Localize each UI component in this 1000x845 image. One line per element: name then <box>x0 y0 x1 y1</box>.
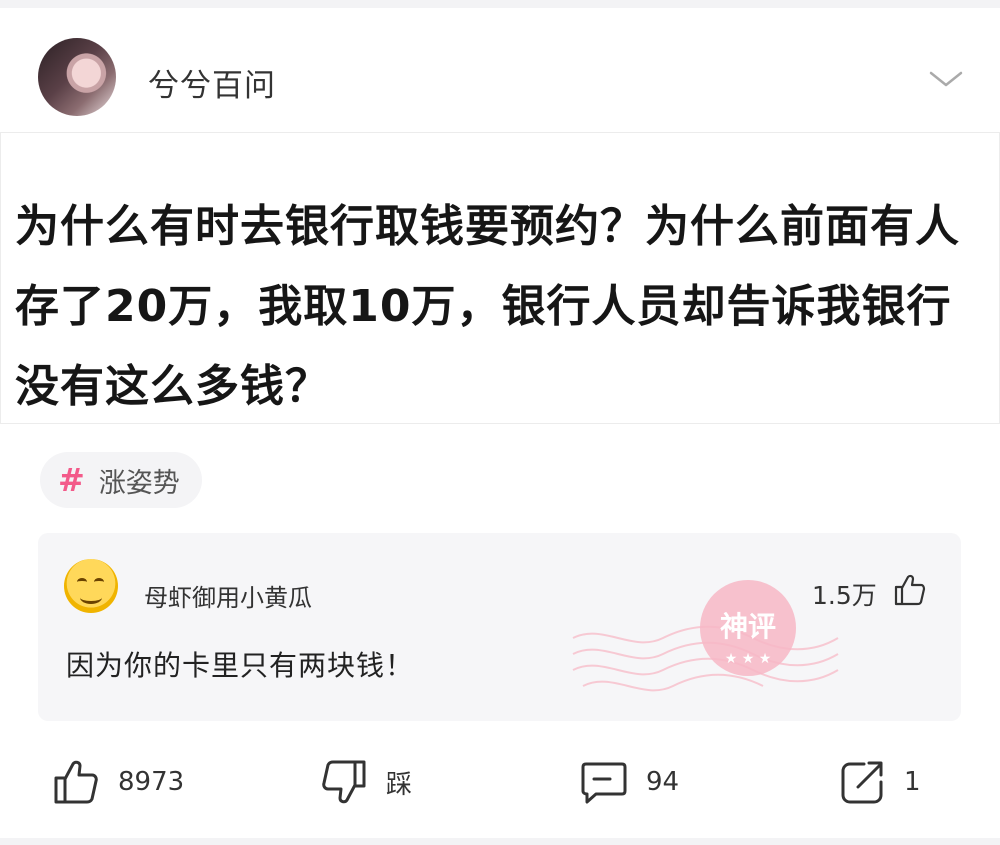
comment-count: 94 <box>646 767 680 797</box>
thumbs-up-icon <box>54 760 98 804</box>
comment-like-count: 1.5万 <box>812 581 877 610</box>
comment-text: 因为你的卡里只有两块钱！ <box>66 649 415 682</box>
like-count: 8973 <box>118 767 185 797</box>
top-divider <box>0 0 1000 8</box>
commenter-avatar[interactable] <box>64 559 118 613</box>
post-header: 兮兮百问 <box>0 8 1000 132</box>
dislike-label: 踩 <box>386 769 413 800</box>
question-card[interactable]: 为什么有时去银行取钱要预约？为什么前面有人存了20万，我取10万，银行人员却告诉… <box>0 132 1000 424</box>
topic-tag-label: 涨姿势 <box>98 467 180 499</box>
svg-text:★ ★ ★: ★ ★ ★ <box>725 651 772 667</box>
author-avatar[interactable] <box>38 38 116 116</box>
question-title: 为什么有时去银行取钱要预约？为什么前面有人存了20万，我取10万，银行人员却告诉… <box>15 201 960 412</box>
share-icon <box>841 761 883 804</box>
comment-button[interactable]: 94 <box>580 758 679 806</box>
hash-icon: # <box>58 461 85 499</box>
comment-icon <box>581 762 627 804</box>
chevron-down-icon[interactable] <box>926 66 966 92</box>
share-count: 1 <box>904 767 921 797</box>
like-button[interactable]: 8973 <box>52 758 184 806</box>
top-comment-card[interactable]: 母虾御用小黄瓜 神评 ★ ★ ★ 1.5万 因为你的卡里只有两块钱！ <box>38 533 961 721</box>
comment-thumbs-up-icon[interactable] <box>893 573 927 607</box>
bottom-divider <box>0 838 1000 845</box>
god-comment-stamp: 神评 ★ ★ ★ <box>572 580 839 692</box>
share-button[interactable]: 1 <box>838 758 921 806</box>
commenter-name[interactable]: 母虾御用小黄瓜 <box>144 578 312 613</box>
action-bar: 8973 踩 94 1 <box>0 740 1000 830</box>
svg-text:神评: 神评 <box>720 610 776 643</box>
topic-tag[interactable]: # 涨姿势 <box>40 452 202 508</box>
author-name[interactable]: 兮兮百问 <box>148 60 276 105</box>
dislike-button[interactable]: 踩 <box>320 758 412 806</box>
thumbs-down-icon <box>322 760 366 804</box>
